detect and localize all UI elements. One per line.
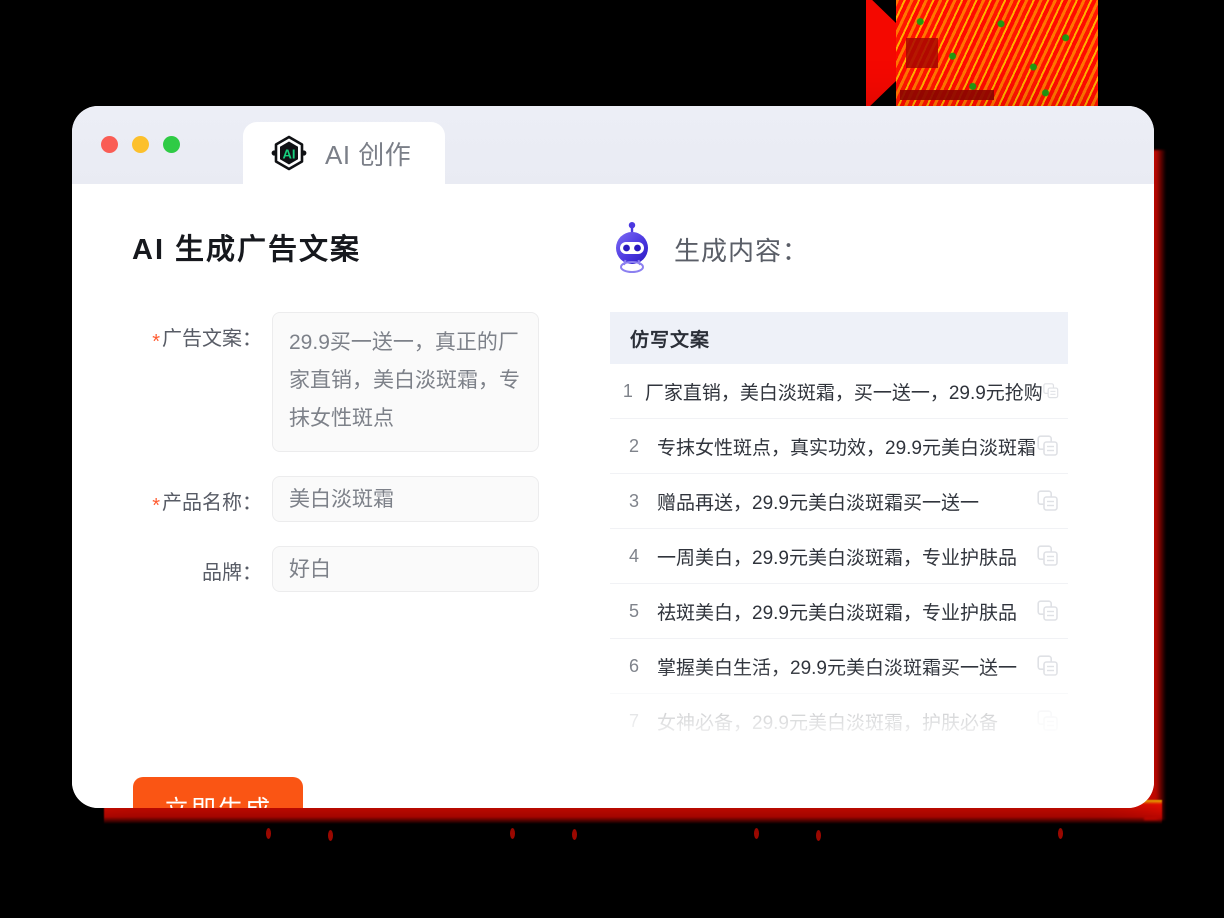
- label-text: 品牌：: [202, 562, 262, 584]
- tab-ai-creation[interactable]: AI AI 创作: [243, 122, 446, 184]
- maximize-button[interactable]: [163, 136, 180, 153]
- table-row[interactable]: 5 祛斑美白，29.9元美白淡斑霜，专业护肤品: [610, 584, 1068, 639]
- red-speckles: [0, 826, 1224, 848]
- results-table: 仿写文案 1 厂家直销，美白淡斑霜，买一送一，29.9元抢购 2 专抹女性斑点，…: [610, 312, 1068, 742]
- product-name-input[interactable]: 美白淡斑霜: [272, 476, 539, 522]
- results-title: 生成内容：: [674, 235, 810, 266]
- row-text: 女神必备，29.9元美白淡斑霜，护肤必备: [657, 712, 998, 734]
- copy-icon[interactable]: [1043, 380, 1059, 402]
- decorative-texture-block: [866, 0, 1098, 108]
- tab-label: AI 创作: [325, 139, 412, 170]
- row-index: 7: [628, 710, 639, 731]
- decorative-pattern: [896, 0, 1098, 108]
- row-index: 5: [628, 600, 639, 621]
- table-column-header: 仿写文案: [630, 329, 711, 351]
- required-star: *: [152, 495, 160, 517]
- table-row[interactable]: 6 掌握美白生活，29.9元美白淡斑霜买一送一: [610, 639, 1068, 694]
- label-ad-copy: * 广告文案：: [132, 312, 272, 353]
- row-text: 祛斑美白，29.9元美白淡斑霜，专业护肤品: [657, 602, 1017, 624]
- results-pane: 生成内容： 仿写文案 1 厂家直销，美白淡斑霜，买一送一，29.9元抢购 2 专…: [572, 184, 1154, 808]
- table-row[interactable]: 4 一周美白，29.9元美白淡斑霜，专业护肤品: [610, 529, 1068, 584]
- row-index: 6: [628, 655, 639, 676]
- traffic-lights: [101, 136, 180, 153]
- row-text: 一周美白，29.9元美白淡斑霜，专业护肤品: [657, 547, 1017, 569]
- results-header: 生成内容：: [610, 222, 1102, 276]
- svg-text:AI: AI: [283, 147, 296, 162]
- generate-button[interactable]: 立即生成: [133, 777, 303, 808]
- row-index: 2: [628, 435, 639, 456]
- copy-icon[interactable]: [1037, 490, 1059, 512]
- label-product-name: * 产品名称：: [132, 476, 272, 517]
- required-star: *: [152, 331, 160, 353]
- ad-copy-textarea[interactable]: 29.9买一送一，真正的厂家直销，美白淡斑霜，专抹女性斑点: [272, 312, 539, 452]
- form-pane: AI 生成广告文案 * 广告文案： 29.9买一送一，真正的厂家直销，美白淡斑霜，…: [72, 184, 572, 808]
- row-index: 3: [628, 490, 639, 511]
- row-text: 专抹女性斑点，真实功效，29.9元美白淡斑霜: [657, 437, 1036, 459]
- row-text: 赠品再送，29.9元美白淡斑霜买一送一: [657, 492, 979, 514]
- table-row[interactable]: 2 专抹女性斑点，真实功效，29.9元美白淡斑霜: [610, 419, 1068, 474]
- close-button[interactable]: [101, 136, 118, 153]
- page-title: AI 生成广告文案: [132, 234, 362, 266]
- copy-icon[interactable]: [1037, 655, 1059, 677]
- ai-hexagon-logo-icon: AI: [271, 135, 307, 171]
- copy-icon[interactable]: [1037, 545, 1059, 567]
- decorative-dark-bar: [900, 90, 994, 100]
- window-body: AI 生成广告文案 * 广告文案： 29.9买一送一，真正的厂家直销，美白淡斑霜，…: [72, 184, 1154, 808]
- row-index: 1: [622, 380, 633, 401]
- form-row-brand: 品牌： 好白: [132, 546, 572, 592]
- table-row[interactable]: 1 厂家直销，美白淡斑霜，买一送一，29.9元抢购: [610, 364, 1068, 419]
- table-row[interactable]: 7 女神必备，29.9元美白淡斑霜，护肤必备: [610, 694, 1068, 742]
- copy-icon[interactable]: [1037, 710, 1059, 732]
- form-row-product-name: * 产品名称： 美白淡斑霜: [132, 476, 572, 522]
- table-row[interactable]: 3 赠品再送，29.9元美白淡斑霜买一送一: [610, 474, 1068, 529]
- brand-input[interactable]: 好白: [272, 546, 539, 592]
- screenshot-stage: AI AI 创作 AI 生成广告文案 * 广告文案： 29.9买一送一，真正的厂家…: [0, 0, 1224, 918]
- label-text: 产品名称：: [162, 492, 262, 514]
- decorative-dark-box: [906, 38, 938, 68]
- minimize-button[interactable]: [132, 136, 149, 153]
- app-window: AI AI 创作 AI 生成广告文案 * 广告文案： 29.9买一送一，真正的厂家…: [72, 106, 1154, 808]
- copy-icon[interactable]: [1037, 435, 1059, 457]
- row-text: 掌握美白生活，29.9元美白淡斑霜买一送一: [657, 657, 1017, 679]
- window-titlebar: AI AI 创作: [72, 106, 1154, 184]
- form-row-ad-copy: * 广告文案： 29.9买一送一，真正的厂家直销，美白淡斑霜，专抹女性斑点: [132, 312, 572, 452]
- label-brand: 品牌：: [132, 546, 272, 585]
- row-index: 4: [628, 545, 639, 566]
- row-text: 厂家直销，美白淡斑霜，买一送一，29.9元抢购: [644, 382, 1043, 404]
- table-header-row: 仿写文案: [610, 312, 1068, 364]
- label-text: 广告文案：: [162, 328, 262, 350]
- copy-icon[interactable]: [1037, 600, 1059, 622]
- robot-icon: [616, 222, 648, 273]
